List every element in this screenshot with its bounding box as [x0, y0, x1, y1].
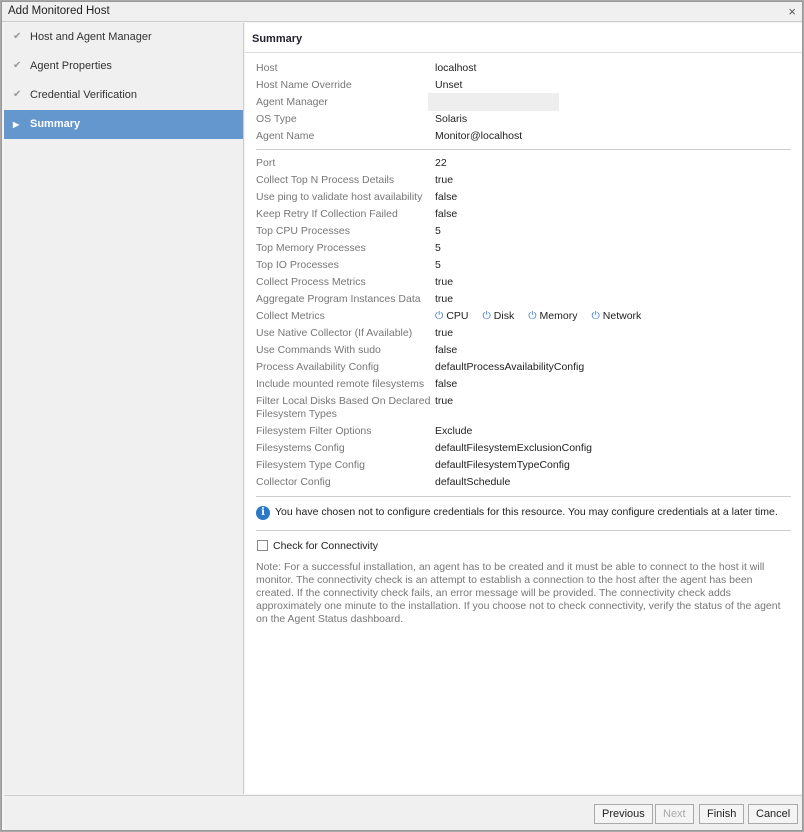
row-label: Host Name Override	[256, 79, 352, 91]
row-label: Include mounted remote filesystems	[256, 378, 425, 390]
row-label: Collect Metrics	[256, 310, 325, 322]
check-connectivity-checkbox[interactable]: Check for Connectivity	[257, 540, 378, 552]
step-label: Host and Agent Manager	[30, 31, 152, 43]
checkmark-icon: ✔	[13, 60, 22, 71]
row-value: false	[435, 208, 458, 220]
row-label: Use Commands With sudo	[256, 344, 381, 356]
wizard-step[interactable]: ✔ Credential Verification	[4, 81, 243, 110]
step-label: Credential Verification	[30, 89, 138, 101]
row-value: true	[435, 174, 454, 186]
next-button[interactable]: Next	[655, 804, 694, 824]
wizard-step[interactable]: ✔ Host and Agent Manager	[4, 23, 243, 52]
row-label: Aggregate Program Instances Data	[256, 293, 421, 305]
row-label: Port	[256, 157, 276, 169]
connectivity-note: Note: For a successful installation, an …	[256, 561, 781, 625]
finish-button[interactable]: Finish	[699, 804, 745, 824]
cancel-button[interactable]: Cancel	[748, 804, 799, 824]
add-monitored-host-dialog: Add Monitored Host × ✔ Host and Agent Man…	[1, 1, 803, 831]
agent-manager-value	[428, 93, 559, 111]
metric-toggle[interactable]: ⏻ CPU	[435, 310, 468, 322]
divider	[256, 496, 791, 497]
row-value: false	[435, 191, 458, 203]
row-value: true	[435, 276, 454, 288]
row-label: Collect Process Metrics	[256, 276, 366, 288]
info-text: You have chosen not to configure credent…	[275, 506, 778, 518]
checkmark-icon: ✔	[13, 31, 22, 42]
wizard-steps: ✔ Host and Agent Manager ✔ Agent Properties…	[4, 23, 244, 794]
row-value: 22	[435, 157, 447, 169]
close-icon[interactable]: ×	[788, 4, 796, 19]
row-label: Collect Top N Process Details	[256, 174, 395, 186]
divider	[256, 149, 791, 150]
power-icon: ⏻	[591, 310, 600, 322]
row-label: Filter Local Disks Based On Declared Fil…	[256, 395, 431, 420]
metric-label: Network	[602, 310, 642, 322]
row-value: true	[435, 327, 454, 339]
checkmark-icon: ✔	[13, 89, 22, 100]
step-label: Agent Properties	[30, 60, 112, 72]
row-label: Filesystem Type Config	[256, 459, 365, 471]
row-value: defaultFilesystemExclusionConfig	[435, 442, 592, 454]
row-value: 5	[435, 259, 441, 271]
row-label: Process Availability Config	[256, 361, 379, 373]
arrow-right-icon: ▶	[13, 120, 20, 129]
row-value: defaultProcessAvailabilityConfig	[435, 361, 585, 373]
step-label: Summary	[30, 118, 81, 130]
row-label: Agent Manager	[256, 96, 328, 108]
row-value: 5	[435, 225, 441, 237]
row-label: Filesystems Config	[256, 442, 345, 454]
metric-toggle[interactable]: ⏻ Memory	[528, 310, 577, 322]
power-icon: ⏻	[435, 310, 444, 322]
row-value: false	[435, 344, 458, 356]
row-value: Solaris	[435, 113, 468, 125]
row-value: Exclude	[435, 425, 473, 437]
row-label: Filesystem Filter Options	[256, 425, 372, 437]
power-icon: ⏻	[528, 310, 537, 322]
row-label: Top CPU Processes	[256, 225, 350, 237]
row-value: Monitor@localhost	[435, 130, 523, 142]
dialog-title: Add Monitored Host	[2, 2, 802, 22]
row-value: true	[435, 293, 454, 305]
row-label: Keep Retry If Collection Failed	[256, 208, 398, 220]
dialog-footer: Previous Next Finish Cancel	[4, 795, 802, 830]
row-value: defaultSchedule	[435, 476, 511, 488]
wizard-step[interactable]: ✔ Agent Properties	[4, 52, 243, 81]
metric-toggle[interactable]: ⏻ Network	[591, 310, 641, 322]
power-icon: ⏻	[482, 310, 491, 322]
panel-title: Summary	[245, 23, 802, 53]
info-icon: i	[256, 506, 270, 520]
row-label: Host	[256, 62, 278, 74]
row-label: Collector Config	[256, 476, 331, 488]
row-label: OS Type	[256, 113, 297, 125]
divider	[256, 530, 791, 531]
wizard-step[interactable]: ▶ Summary	[4, 110, 243, 139]
row-label: Use ping to validate host availability	[256, 191, 423, 203]
row-value: 5	[435, 242, 441, 254]
previous-button[interactable]: Previous	[594, 804, 653, 824]
checkbox-icon[interactable]	[257, 540, 268, 551]
row-label: Agent Name	[256, 130, 315, 142]
metric-toggle[interactable]: ⏻ Disk	[482, 310, 514, 322]
row-label: Use Native Collector (If Available)	[256, 327, 413, 339]
row-label: Top IO Processes	[256, 259, 339, 271]
row-label: Top Memory Processes	[256, 242, 366, 254]
summary-panel: Summary Host localhost Host Name Override U…	[245, 23, 802, 794]
row-value: localhost	[435, 62, 477, 74]
checkbox-label: Check for Connectivity	[273, 540, 379, 552]
metrics-list: ⏻ CPU ⏻ Disk ⏻ Memory ⏻ Network	[435, 310, 655, 323]
row-value: defaultFilesystemTypeConfig	[435, 459, 570, 471]
row-value: false	[435, 378, 458, 390]
metric-label: CPU	[446, 310, 469, 322]
row-value: true	[435, 395, 454, 407]
metric-label: Disk	[493, 310, 515, 322]
row-value: Unset	[435, 79, 463, 91]
credentials-info: i You have chosen not to configure creden…	[256, 506, 778, 520]
metric-label: Memory	[539, 310, 578, 322]
